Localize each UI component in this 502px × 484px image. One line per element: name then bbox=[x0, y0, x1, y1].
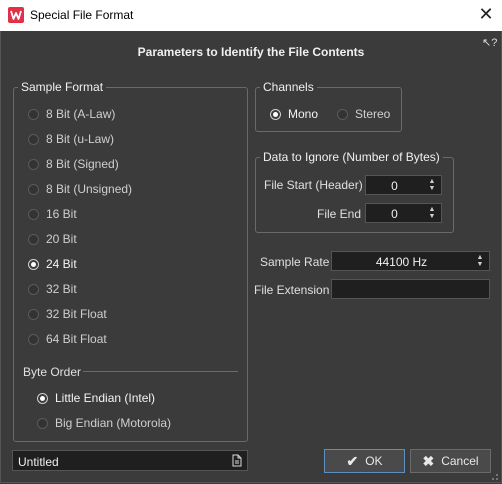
resize-grip-icon[interactable] bbox=[489, 471, 499, 481]
sample-format-option-label: 64 Bit Float bbox=[46, 332, 107, 346]
file-start-label: File Start (Header) bbox=[264, 178, 363, 192]
sample-format-option-label: 20 Bit bbox=[46, 232, 77, 246]
radio-button-icon[interactable] bbox=[28, 183, 39, 195]
radio-button-icon[interactable] bbox=[28, 308, 39, 320]
sample-format-title: Sample Format bbox=[18, 80, 107, 94]
title-bar: Special File Format ✕ bbox=[0, 0, 502, 31]
radio-button-icon[interactable] bbox=[37, 392, 48, 404]
radio-button-icon[interactable] bbox=[28, 258, 39, 270]
file-extension-input[interactable] bbox=[331, 279, 490, 299]
radio-button-icon[interactable] bbox=[28, 333, 39, 345]
sample-format-option-label: 32 Bit bbox=[46, 282, 77, 296]
byte-order-radio-1[interactable]: Big Endian (Motorola) bbox=[37, 416, 171, 430]
sample-format-radio-9[interactable]: 64 Bit Float bbox=[28, 332, 107, 346]
sample-format-radio-0[interactable]: 8 Bit (A-Law) bbox=[28, 107, 115, 121]
radio-button-icon[interactable] bbox=[37, 417, 48, 429]
channels-option-label: Mono bbox=[288, 107, 319, 121]
sample-rate-select[interactable]: 44100 Hz ▲ ▼ bbox=[331, 251, 490, 271]
radio-button-icon[interactable] bbox=[28, 133, 39, 145]
spin-arrows-icon[interactable]: ▲ ▼ bbox=[427, 206, 437, 220]
file-end-label: File End bbox=[317, 207, 362, 221]
channels-option-label: Stereo bbox=[355, 107, 391, 121]
file-end-value: 0 bbox=[391, 207, 398, 221]
sample-format-option-label: 24 Bit bbox=[46, 257, 77, 271]
sample-format-radio-1[interactable]: 8 Bit (u-Law) bbox=[28, 132, 114, 146]
dialog-heading: Parameters to Identify the File Contents bbox=[137, 45, 365, 59]
radio-button-icon[interactable] bbox=[28, 283, 39, 295]
document-icon[interactable] bbox=[231, 454, 243, 467]
spin-arrows-icon[interactable]: ▲ ▼ bbox=[427, 178, 437, 192]
sample-format-radio-5[interactable]: 20 Bit bbox=[28, 232, 77, 246]
byte-order-option-label: Big Endian (Motorola) bbox=[55, 416, 172, 430]
close-icon[interactable]: ✕ bbox=[476, 4, 496, 24]
sample-format-option-label: 32 Bit Float bbox=[46, 307, 107, 321]
ok-button[interactable]: ✔ OK bbox=[324, 449, 405, 473]
channels-radio-1[interactable]: Stereo bbox=[337, 107, 390, 121]
sample-format-radio-3[interactable]: 8 Bit (Unsigned) bbox=[28, 182, 132, 196]
sample-format-radio-2[interactable]: 8 Bit (Signed) bbox=[28, 157, 119, 171]
byte-order-radio-0[interactable]: Little Endian (Intel) bbox=[37, 391, 155, 405]
preset-name: Untitled bbox=[18, 455, 59, 469]
radio-button-icon[interactable] bbox=[28, 108, 39, 120]
byte-order-divider bbox=[83, 371, 238, 372]
sample-format-radio-4[interactable]: 16 Bit bbox=[28, 207, 77, 221]
file-extension-label: File Extension bbox=[254, 283, 330, 297]
channels-radio-0[interactable]: Mono bbox=[270, 107, 318, 121]
window-title: Special File Format bbox=[30, 8, 134, 22]
file-start-value: 0 bbox=[391, 179, 398, 193]
byte-order-title: Byte Order bbox=[23, 365, 82, 379]
sample-format-radio-7[interactable]: 32 Bit bbox=[28, 282, 77, 296]
sample-format-option-label: 8 Bit (Unsigned) bbox=[46, 182, 133, 196]
sample-rate-label: Sample Rate bbox=[260, 255, 330, 269]
cancel-label: Cancel bbox=[441, 454, 479, 468]
radio-button-icon[interactable] bbox=[28, 208, 39, 220]
sample-format-radio-6[interactable]: 24 Bit bbox=[28, 257, 77, 271]
cancel-button[interactable]: ✖ Cancel bbox=[410, 449, 491, 473]
data-ignore-title: Data to Ignore (Number of Bytes) bbox=[260, 150, 443, 164]
sample-format-option-label: 8 Bit (u-Law) bbox=[46, 132, 115, 146]
radio-button-icon[interactable] bbox=[337, 108, 348, 120]
sample-format-option-label: 8 Bit (A-Law) bbox=[46, 107, 116, 121]
cross-icon: ✖ bbox=[422, 452, 435, 469]
sample-format-option-label: 8 Bit (Signed) bbox=[46, 157, 119, 171]
radio-button-icon[interactable] bbox=[28, 158, 39, 170]
sample-rate-value: 44100 Hz bbox=[375, 255, 428, 269]
radio-button-icon[interactable] bbox=[28, 233, 39, 245]
file-end-spinbox[interactable]: 0 ▲ ▼ bbox=[365, 203, 442, 223]
app-logo-icon bbox=[8, 7, 24, 23]
byte-order-option-label: Little Endian (Intel) bbox=[55, 391, 156, 405]
preset-field[interactable]: Untitled bbox=[12, 450, 248, 471]
sample-format-radio-8[interactable]: 32 Bit Float bbox=[28, 307, 107, 321]
check-icon: ✔ bbox=[346, 452, 359, 469]
dropdown-arrows-icon[interactable]: ▲ ▼ bbox=[475, 254, 485, 268]
channels-title: Channels bbox=[260, 80, 317, 94]
ok-label: OK bbox=[365, 454, 383, 468]
radio-button-icon[interactable] bbox=[270, 108, 281, 120]
file-start-spinbox[interactable]: 0 ▲ ▼ bbox=[365, 175, 442, 195]
sample-format-option-label: 16 Bit bbox=[46, 207, 77, 221]
